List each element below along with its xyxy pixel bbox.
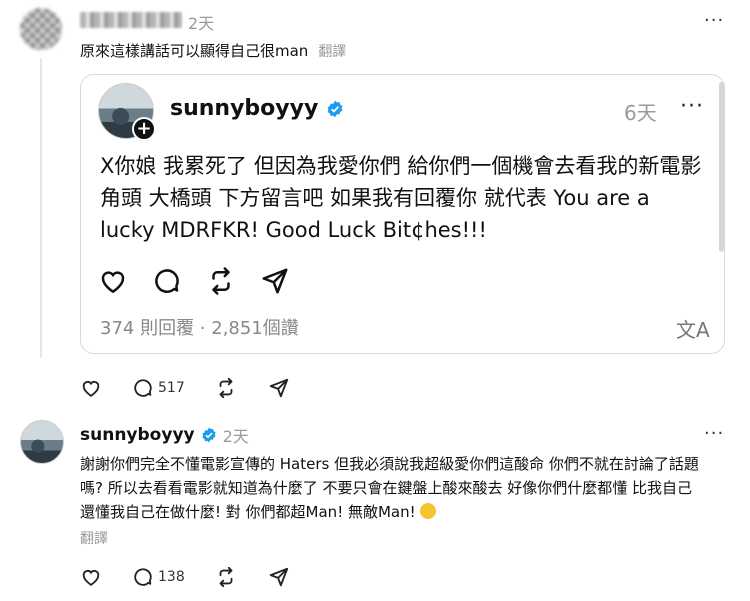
share-icon[interactable]: [268, 566, 290, 588]
translate-icon[interactable]: 文A: [676, 314, 710, 343]
comment-icon[interactable]: [132, 377, 154, 399]
laughing-emoji-icon: [420, 503, 437, 519]
comment-icon[interactable]: [132, 566, 154, 588]
blurred-avatar[interactable]: [20, 8, 62, 50]
quote-header: sunnyboyyy: [170, 96, 344, 121]
reply2-body: 謝謝你們完全不懂電影宣傳的 Haters 但我必須說我超級愛你們這酸命 你們不就…: [80, 455, 699, 521]
follow-plus-icon[interactable]: +: [132, 117, 156, 141]
translate-link[interactable]: 翻譯: [80, 528, 108, 548]
reply1-more-button[interactable]: ···: [704, 10, 724, 31]
repost-icon[interactable]: [215, 566, 237, 588]
heart-icon[interactable]: [80, 566, 102, 588]
share-icon[interactable]: [260, 266, 290, 296]
reply2-avatar[interactable]: [20, 420, 64, 464]
reply1-time: 2天: [188, 14, 215, 33]
quote-username[interactable]: sunnyboyyy: [170, 96, 318, 121]
verified-badge-icon: [327, 100, 343, 117]
share-icon[interactable]: [268, 377, 290, 399]
reply2-time: 2天: [222, 427, 249, 446]
reply1-body: 原來這樣講話可以顯得自己很man: [80, 42, 309, 60]
quote-text: X你娘 我累死了 但因為我愛你們 給你們一個機會去看我的新電影 角頭 大橋頭 下…: [100, 154, 702, 242]
reply2-header: sunnyboyyy 2天: [80, 423, 249, 447]
heart-icon[interactable]: [80, 377, 102, 399]
thread-line: [40, 58, 42, 358]
blurred-username[interactable]: [80, 12, 182, 28]
scrollbar[interactable]: [719, 82, 724, 252]
verified-badge-icon: [202, 427, 216, 443]
quote-more-button[interactable]: ···: [680, 94, 704, 119]
quote-stats[interactable]: 374 則回覆 · 2,851個讚: [100, 314, 299, 340]
reply2-comment-count: 138: [158, 569, 185, 585]
reply2-text: 謝謝你們完全不懂電影宣傳的 Haters 但我必須說我超級愛你們這酸命 你們不就…: [80, 452, 700, 524]
reply1-text: 原來這樣講話可以顯得自己很man 翻譯: [80, 40, 346, 61]
reply1-comment-count: 517: [158, 380, 185, 396]
reply2-username[interactable]: sunnyboyyy: [80, 425, 195, 445]
repost-icon[interactable]: [206, 266, 236, 296]
reply2-more-button[interactable]: ···: [704, 423, 724, 444]
quote-time: 6天: [624, 101, 657, 125]
translate-link[interactable]: 翻譯: [318, 44, 346, 60]
heart-icon[interactable]: [98, 266, 128, 296]
repost-icon[interactable]: [215, 377, 237, 399]
comment-icon[interactable]: [152, 266, 182, 296]
